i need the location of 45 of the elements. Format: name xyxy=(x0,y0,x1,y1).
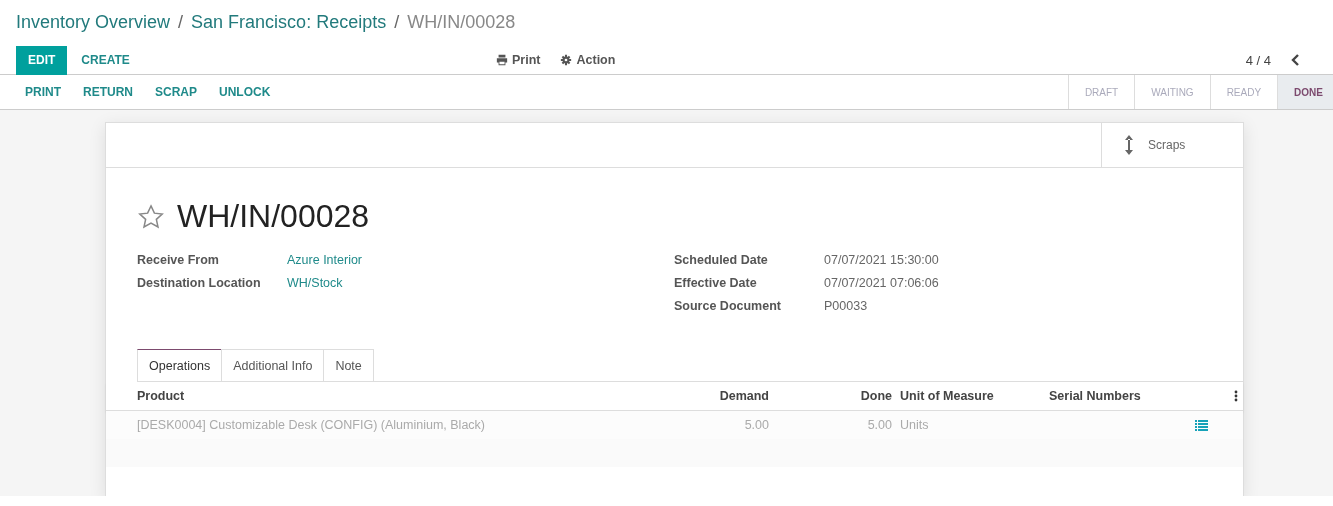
field-link[interactable]: WH/Stock xyxy=(287,276,674,290)
table-cell-text: 5.00 xyxy=(866,418,892,432)
breadcrumb-separator: / xyxy=(394,11,400,33)
kebab-menu-icon xyxy=(1234,390,1238,402)
column-header[interactable]: Demand xyxy=(657,389,769,403)
create-button[interactable]: CREATE xyxy=(69,45,142,75)
list-icon xyxy=(1195,419,1208,431)
column-header[interactable]: Serial Numbers xyxy=(1049,389,1189,403)
column-header[interactable]: Product xyxy=(137,389,657,403)
breadcrumb-link[interactable]: Inventory Overview xyxy=(16,11,171,33)
breadcrumb-separator: / xyxy=(178,11,184,33)
chevron-left-icon xyxy=(1291,54,1301,66)
column-header[interactable]: Done xyxy=(769,389,892,403)
header-button[interactable]: UNLOCK xyxy=(208,85,282,99)
header-button[interactable]: SCRAP xyxy=(144,85,208,99)
edit-button[interactable]: EDIT xyxy=(16,45,68,75)
field-label: Source Document xyxy=(674,299,782,313)
scraps-button[interactable]: Scraps xyxy=(1101,123,1243,167)
status-stage[interactable]: DONE xyxy=(1277,75,1333,109)
action-menu[interactable]: Action xyxy=(560,53,616,67)
field-value: 07/07/2021 15:30:00 xyxy=(824,253,940,267)
printer-icon xyxy=(496,54,508,66)
header-button[interactable]: PRINT xyxy=(14,85,72,99)
header-button[interactable]: RETURN xyxy=(72,85,144,99)
breadcrumb-link[interactable]: San Francisco: Receipts xyxy=(191,11,387,33)
tab[interactable]: Operations xyxy=(137,349,223,381)
print-menu[interactable]: Print xyxy=(496,53,541,67)
tab[interactable]: Note xyxy=(323,349,374,381)
field-label: Receive From xyxy=(137,253,220,267)
field-value: 07/07/2021 07:06:06 xyxy=(824,276,940,290)
details-button[interactable] xyxy=(1195,419,1208,431)
table-cell-text: Units xyxy=(899,418,930,432)
table-cell-text: [DESK0004] Customizable Desk (CONFIG) (Aluminium, Black) xyxy=(137,418,486,432)
vertical-arrows-icon xyxy=(1124,134,1134,156)
field-label: Effective Date xyxy=(674,276,758,290)
column-header[interactable]: Unit of Measure xyxy=(892,389,1049,403)
field-label: Destination Location xyxy=(137,276,262,290)
pager-counter: 4 / 4 xyxy=(1245,52,1271,68)
record-title: WH/IN/00028 xyxy=(177,198,370,235)
field-label: Scheduled Date xyxy=(674,253,769,267)
field-value: P00033 xyxy=(824,299,869,313)
breadcrumb-current: WH/IN/00028 xyxy=(407,11,516,33)
table-cell-text: 5.00 xyxy=(743,418,769,432)
gear-icon xyxy=(560,54,573,66)
field-link[interactable]: Azure Interior xyxy=(287,253,674,267)
